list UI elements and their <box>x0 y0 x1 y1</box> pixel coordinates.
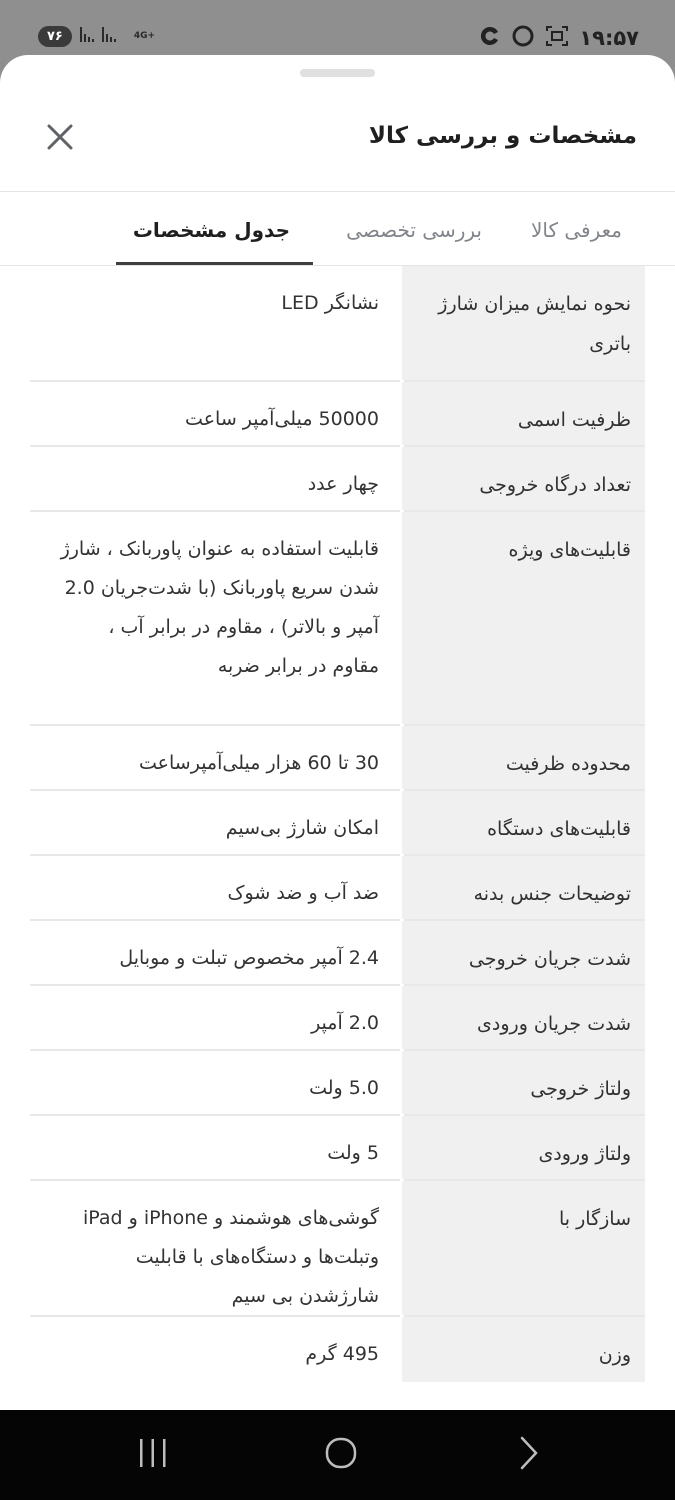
spec-row: سازگار با گوشی‌های هوشمند و iPhone و iPa… <box>30 1181 645 1315</box>
spec-value: قابلیت استفاده به عنوان پاوربانک ، شارژ … <box>60 538 379 677</box>
tab-specifications[interactable]: جدول مشخصات <box>133 218 290 242</box>
network-type-label: 4G+ <box>133 30 156 41</box>
spec-table[interactable]: نحوه نمایش میزان شارژ باتری نشانگر LED ظ… <box>0 266 675 1410</box>
home-button[interactable] <box>310 1430 372 1480</box>
spec-label: وزن <box>598 1344 631 1366</box>
tab-bar: معرفی کالا بررسی تخصصی جدول مشخصات <box>0 192 675 266</box>
spec-label: ولتاژ ورودی <box>538 1143 631 1165</box>
spec-value: امکان شارژ بی‌سیم <box>225 817 379 839</box>
battery-indicator: ۷۶ <box>38 25 72 47</box>
spec-label: تعداد درگاه خروجی <box>479 474 631 496</box>
recents-icon <box>137 1438 169 1472</box>
sheet-title: مشخصات و بررسی کالا <box>368 123 637 149</box>
spec-value: 30 تا 60 هزار میلی‌آمپرساعت <box>139 752 379 774</box>
spec-row: قابلیت‌های ویژه قابلیت استفاده به عنوان … <box>30 512 645 724</box>
spec-label: قابلیت‌های دستگاه <box>487 818 631 840</box>
spec-label: شدت جریان ورودی <box>477 1013 631 1035</box>
close-button[interactable] <box>40 119 80 159</box>
home-icon <box>324 1436 358 1474</box>
spec-row: نحوه نمایش میزان شارژ باتری نشانگر LED <box>30 266 645 380</box>
spec-row: تعداد درگاه خروجی چهار عدد <box>30 447 645 510</box>
spec-label: ولتاژ خروجی <box>530 1078 631 1100</box>
spec-label: سازگار با <box>558 1208 631 1230</box>
spec-value: 2.0 آمپر <box>311 1012 379 1034</box>
spec-label: شدت جریان خروجی <box>468 948 631 970</box>
spec-value: 5.0 ولت <box>309 1077 379 1099</box>
back-icon <box>518 1436 540 1474</box>
spec-row: ولتاژ ورودی 5 ولت <box>30 1116 645 1179</box>
app-notification-icon <box>479 25 501 50</box>
spec-value: 495 گرم <box>305 1343 379 1365</box>
screenshot-icon <box>545 25 569 50</box>
status-right: ۱۹:۵۷ <box>479 24 639 51</box>
spec-row: محدوده ظرفیت 30 تا 60 هزار میلی‌آمپرساعت <box>30 726 645 789</box>
recents-button[interactable] <box>122 1430 184 1480</box>
spec-row: توضیحات جنس بدنه ضد آب و ضد شوک <box>30 856 645 919</box>
spec-value: گوشی‌های هوشمند و iPhone و iPad وتبلت‌ها… <box>82 1207 379 1307</box>
system-nav-bar <box>0 1410 675 1500</box>
spec-row: وزن 495 گرم <box>30 1317 645 1382</box>
close-icon <box>46 123 74 155</box>
spec-value: نشانگر LED <box>281 292 379 314</box>
spec-value: 2.4 آمپر مخصوص تبلت و موبایل <box>119 947 379 969</box>
active-tab-indicator <box>116 262 313 265</box>
spec-value: 50000 میلی‌آمپر ساعت <box>185 408 379 430</box>
spec-label: قابلیت‌های ویژه <box>508 539 631 561</box>
back-button[interactable] <box>498 1430 560 1480</box>
sync-icon <box>511 24 535 51</box>
spec-label: ظرفیت اسمی <box>517 409 631 431</box>
signal-strength-icon <box>79 24 126 48</box>
tab-product-intro[interactable]: معرفی کالا <box>531 218 622 242</box>
clock: ۱۹:۵۷ <box>579 25 639 50</box>
spec-label: نحوه نمایش میزان شارژ باتری <box>438 293 631 355</box>
spec-value: ضد آب و ضد شوک <box>227 882 379 904</box>
spec-row: شدت جریان ورودی 2.0 آمپر <box>30 986 645 1049</box>
spec-label: توضیحات جنس بدنه <box>473 883 631 905</box>
spec-row: شدت جریان خروجی 2.4 آمپر مخصوص تبلت و مو… <box>30 921 645 984</box>
drag-handle[interactable] <box>300 69 375 77</box>
bottom-sheet: مشخصات و بررسی کالا معرفی کالا بررسی تخص… <box>0 55 675 1410</box>
spec-value: چهار عدد <box>307 473 379 495</box>
spec-row: ظرفیت اسمی 50000 میلی‌آمپر ساعت <box>30 382 645 445</box>
spec-row: ولتاژ خروجی 5.0 ولت <box>30 1051 645 1114</box>
spec-label: محدوده ظرفیت <box>505 753 631 775</box>
spec-value: 5 ولت <box>327 1142 379 1164</box>
spec-row: قابلیت‌های دستگاه امکان شارژ بی‌سیم <box>30 791 645 854</box>
tab-expert-review[interactable]: بررسی تخصصی <box>346 218 482 242</box>
status-left: ۷۶ 4G+ <box>38 24 155 48</box>
